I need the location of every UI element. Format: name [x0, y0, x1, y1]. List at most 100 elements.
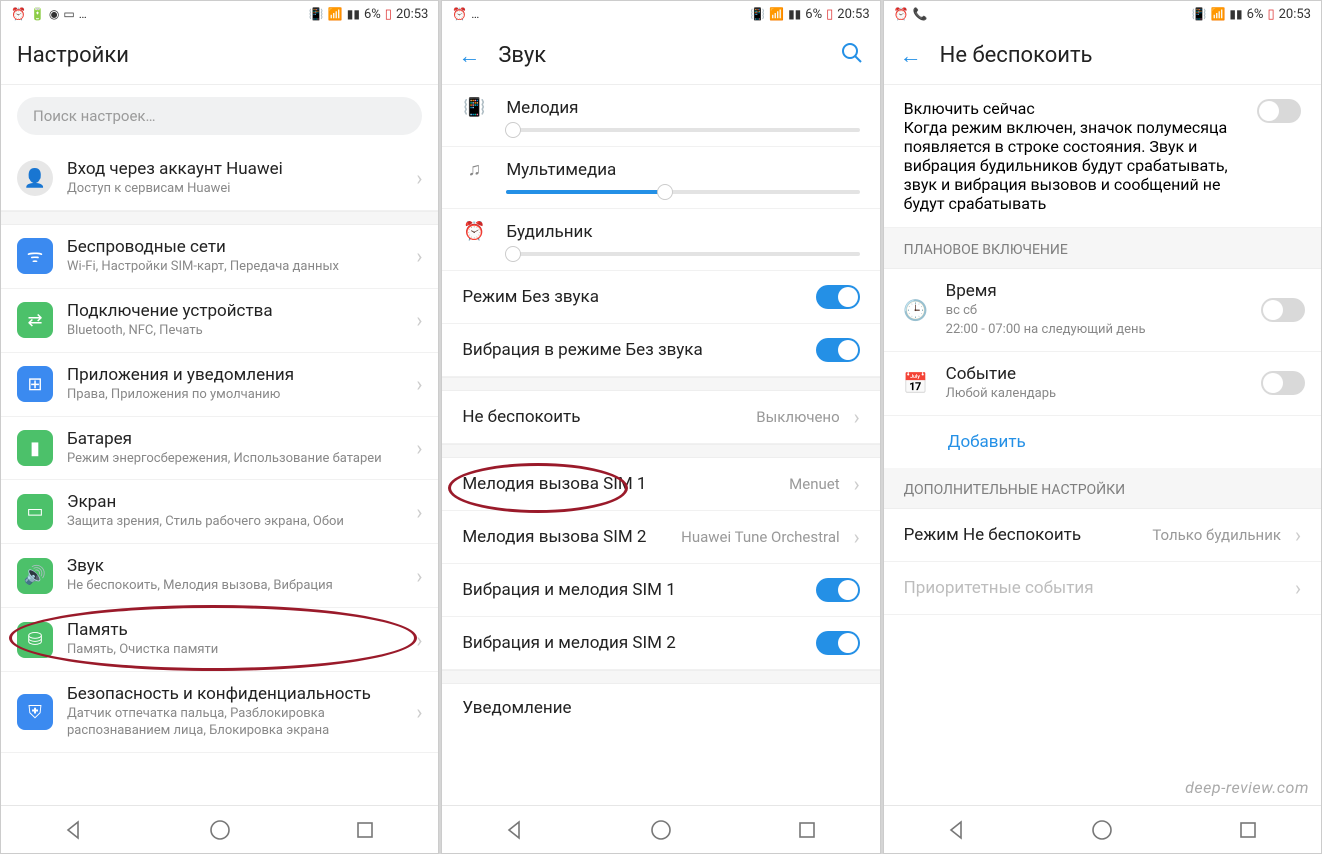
settings-row-device[interactable]: ⇄ Подключение устройства Bluetooth, NFC,…	[1, 289, 438, 353]
battery-icon: ▮	[17, 430, 53, 466]
add-button[interactable]: Добавить	[884, 416, 1321, 468]
section-header: ДОПОЛНИТЕЛЬНЫЕ НАСТРОЙКИ	[884, 468, 1321, 509]
nav-home[interactable]	[1090, 818, 1114, 842]
search-input[interactable]: Поиск настроек…	[17, 97, 422, 135]
row-title: Экран	[67, 492, 402, 512]
chevron-right-icon: ›	[854, 405, 860, 429]
battery-pct: 6%	[1247, 7, 1264, 22]
row-sub: Память, Очистка памяти	[67, 642, 402, 659]
battery-low-icon: ▯	[385, 7, 392, 22]
slider-icon: 📳	[462, 97, 486, 118]
alarm-icon: ⏰	[11, 7, 26, 21]
settings-row-security[interactable]: ⛨ Безопасность и конфиденциальность Датч…	[1, 672, 438, 753]
row-title: Мелодия вызова SIM 1	[462, 474, 775, 494]
toggle-row[interactable]: Вибрация и мелодия SIM 2	[442, 617, 879, 670]
settings-row-display[interactable]: ▭ Экран Защита зрения, Стиль рабочего эк…	[1, 480, 438, 544]
back-button[interactable]: ←	[458, 43, 480, 69]
wifi-icon: 📶	[1210, 7, 1225, 21]
row-title: Включить сейчас	[904, 99, 1241, 118]
vibrate-icon: 📳	[1192, 7, 1207, 21]
app-icon: ◉	[49, 7, 59, 21]
row-title: Батарея	[67, 429, 402, 449]
page-title: Звук	[498, 43, 546, 68]
slider-0[interactable]: 📳 Мелодия	[442, 85, 879, 147]
time-row[interactable]: 🕒 Время вс сб 22:00 - 07:00 на следующий…	[884, 269, 1321, 352]
toggle-row[interactable]: Режим Без звука	[442, 271, 879, 324]
settings-row-wifi[interactable]: ᯤ Беспроводные сети Wi-Fi, Настройки SIM…	[1, 225, 438, 289]
search-button[interactable]	[840, 41, 864, 71]
more-icon: …	[79, 7, 87, 21]
nav-back[interactable]	[62, 818, 86, 842]
device-icon: ⇄	[17, 302, 53, 338]
nav-recent[interactable]	[795, 818, 819, 842]
statusbar: ⏰ 🔋 ◉ ▭ … 📳 📶 ▮▮ 6% ▯ 20:53	[1, 1, 438, 27]
nav-back[interactable]	[503, 818, 527, 842]
signal-icon: ▮▮	[347, 7, 360, 21]
slider-2[interactable]: ⏰ Будильник	[442, 209, 879, 271]
nav-recent[interactable]	[353, 818, 377, 842]
row-value: Выключено	[756, 408, 839, 426]
screen-sound: ⏰ … 📳 📶 ▮▮ 6% ▯ 20:53 ← Звук 📳 Мелодия ♫…	[441, 0, 880, 854]
chevron-right-icon: ›	[416, 436, 422, 460]
toggle[interactable]	[816, 631, 860, 655]
row-range: 22:00 - 07:00 на следующий день	[946, 322, 1146, 337]
row-sub: Режим энергосбережения, Использование ба…	[67, 451, 402, 468]
row-sub: Доступ к сервисам Huawei	[67, 181, 402, 198]
toggle-enable-now[interactable]	[1257, 99, 1301, 123]
chevron-right-icon: ›	[1295, 576, 1301, 600]
enable-now-row[interactable]: Включить сейчас Когда режим включен, зна…	[884, 85, 1321, 228]
toggle-event[interactable]	[1261, 371, 1305, 395]
battery-low-icon: ▯	[1267, 7, 1274, 22]
row-title: Вибрация и мелодия SIM 2	[462, 633, 801, 653]
statusbar: ⏰ … 📳 📶 ▮▮ 6% ▯ 20:53	[442, 1, 879, 27]
row-sub: Не беспокоить, Мелодия вызова, Вибрация	[67, 578, 402, 595]
event-row[interactable]: 📅 Событие Любой календарь	[884, 352, 1321, 416]
account-row[interactable]: 👤 Вход через аккаунт Huawei Доступ к сер…	[1, 147, 438, 211]
slider-track[interactable]	[506, 252, 859, 256]
priority-row[interactable]: Приоритетные события ›	[884, 562, 1321, 615]
sim2-tone-row[interactable]: Мелодия вызова SIM 2 Huawei Tune Orchest…	[442, 511, 879, 564]
back-button[interactable]: ←	[900, 43, 922, 69]
chevron-right-icon: ›	[416, 308, 422, 332]
toggle[interactable]	[816, 285, 860, 309]
row-title: Вибрация и мелодия SIM 1	[462, 580, 801, 600]
slider-1[interactable]: ♫ Мультимедиа	[442, 147, 879, 209]
row-title: Подключение устройства	[67, 301, 402, 321]
toggle[interactable]	[816, 578, 860, 602]
sim1-tone-row[interactable]: Мелодия вызова SIM 1 Menuet ›	[442, 458, 879, 511]
toggle-row[interactable]: Вибрация и мелодия SIM 1	[442, 564, 879, 617]
slider-track[interactable]	[506, 128, 859, 132]
settings-row-battery[interactable]: ▮ Батарея Режим энергосбережения, Исполь…	[1, 417, 438, 481]
navbar	[884, 805, 1321, 853]
chevron-right-icon: ›	[854, 525, 860, 549]
nav-back[interactable]	[945, 818, 969, 842]
dnd-row[interactable]: Не беспокоить Выключено ›	[442, 391, 879, 444]
clock: 20:53	[1279, 7, 1311, 22]
notification-row[interactable]: Уведомление	[442, 684, 879, 732]
page-title: Настройки	[17, 43, 129, 68]
row-days: вс сб	[946, 303, 977, 318]
row-sub: Датчик отпечатка пальца, Разблокировка р…	[67, 706, 402, 740]
chevron-right-icon: ›	[416, 628, 422, 652]
settings-row-sound[interactable]: 🔊 Звук Не беспокоить, Мелодия вызова, Ви…	[1, 544, 438, 608]
settings-row-storage[interactable]: ⛁ Память Память, Очистка памяти ›	[1, 608, 438, 672]
display-icon: ▭	[17, 494, 53, 530]
toggle[interactable]	[816, 338, 860, 362]
settings-row-apps[interactable]: ⊞ Приложения и уведомления Права, Прилож…	[1, 353, 438, 417]
row-title: Беспроводные сети	[67, 237, 402, 257]
toggle-row[interactable]: Вибрация в режиме Без звука	[442, 324, 879, 377]
row-title: Вибрация в режиме Без звука	[462, 340, 801, 360]
nav-home[interactable]	[208, 818, 232, 842]
nav-home[interactable]	[649, 818, 673, 842]
row-value: Только будильник	[1152, 526, 1281, 544]
alarm-icon: ⏰	[452, 7, 467, 21]
toggle-time[interactable]	[1261, 298, 1305, 322]
nav-recent[interactable]	[1236, 818, 1260, 842]
chevron-right-icon: ›	[1295, 523, 1301, 547]
row-title: Память	[67, 620, 402, 640]
dnd-mode-row[interactable]: Режим Не беспокоить Только будильник ›	[884, 509, 1321, 562]
statusbar: ⏰ 📞 📳 📶 ▮▮ 6% ▯ 20:53	[884, 1, 1321, 27]
slider-track[interactable]	[506, 190, 859, 194]
header: ← Не беспокоить	[884, 27, 1321, 85]
battery-pct: 6%	[364, 7, 381, 22]
